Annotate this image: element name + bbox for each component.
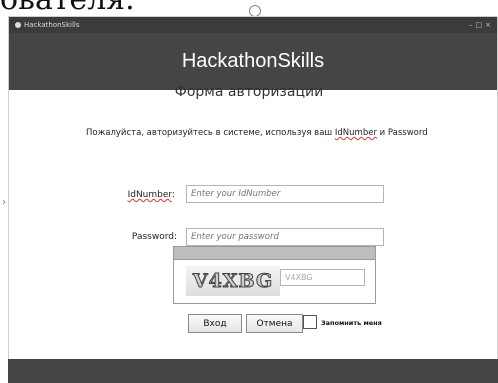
header-title: HackathonSkills bbox=[181, 50, 325, 72]
captcha-input[interactable] bbox=[280, 269, 365, 286]
form-title: Форма авторизации bbox=[174, 84, 324, 100]
document-text: ователя. bbox=[0, 0, 135, 17]
login-button[interactable]: Вход bbox=[188, 314, 242, 333]
minimize-icon[interactable]: – bbox=[469, 21, 473, 29]
maximize-icon[interactable]: □ bbox=[476, 21, 483, 29]
cancel-button[interactable]: Отмена bbox=[246, 314, 303, 333]
instruction-text: Пожалуйста, авторизуйтесь в системе, исп… bbox=[86, 128, 428, 138]
instruction-text-end: и Password bbox=[376, 128, 428, 138]
instruction-idnumber: IdNumber bbox=[334, 128, 377, 138]
window-titlebar: HackathonSkills – □ × bbox=[9, 17, 497, 33]
app-footer bbox=[8, 359, 498, 383]
app-header: HackathonSkills bbox=[9, 33, 497, 90]
captcha-header-bar bbox=[174, 247, 375, 260]
idnumber-label-colon: : bbox=[171, 190, 175, 200]
app-icon bbox=[15, 22, 21, 28]
captcha-panel: V4XBG bbox=[173, 246, 376, 304]
idnumber-label: IdNumber: bbox=[95, 190, 175, 200]
password-input[interactable] bbox=[186, 228, 384, 246]
idnumber-label-text: IdNumber bbox=[127, 190, 172, 200]
window-title: HackathonSkills bbox=[24, 21, 80, 29]
resize-handle-left[interactable]: › bbox=[2, 197, 6, 208]
captcha-image: V4XBG bbox=[186, 266, 280, 296]
remember-label: Запомнить меня bbox=[321, 319, 382, 327]
instruction-text-start: Пожалуйста, авторизуйтесь в системе, исп… bbox=[86, 128, 335, 138]
password-label: Password: bbox=[131, 232, 177, 242]
idnumber-input[interactable] bbox=[186, 185, 384, 203]
close-icon[interactable]: × bbox=[485, 21, 491, 29]
remember-checkbox[interactable] bbox=[303, 315, 317, 329]
